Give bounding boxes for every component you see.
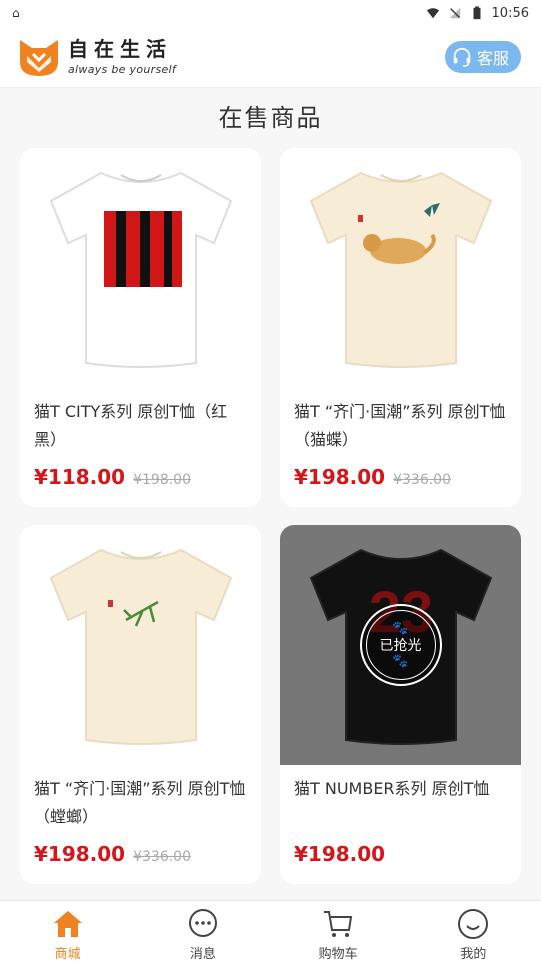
product-price-row: ¥118.00 ¥198.00 <box>34 465 191 489</box>
product-price: ¥198.00 <box>294 465 386 489</box>
wifi-icon <box>426 8 439 19</box>
app-header: 自在生活 always be yourself 客服 <box>0 26 541 88</box>
brand-slogan: always be yourself <box>68 62 177 76</box>
product-price-row: ¥198.00 ¥336.00 <box>34 842 191 866</box>
product-image: 23 🐾 已抢光 🐾 <box>280 525 521 765</box>
paw-icon: 🐾 <box>392 621 409 636</box>
sold-out-label: 已抢光 <box>379 638 422 654</box>
product-original-price: ¥336.00 <box>393 472 451 488</box>
bottom-tab-bar: 商城 消息 购物车 我的 <box>0 900 541 968</box>
product-card[interactable]: 猫T CITY系列 原创T恤（红黑） ¥118.00 ¥198.00 <box>20 148 261 507</box>
product-grid: 猫T CITY系列 原创T恤（红黑） ¥118.00 ¥198.00 猫T “齐… <box>20 148 521 884</box>
product-title: 猫T “齐门·国潮”系列 原创T恤（螳螂） <box>34 779 246 826</box>
paw-icon: 🐾 <box>392 654 409 669</box>
tab-label: 我的 <box>460 946 487 962</box>
tshirt-image <box>309 171 492 368</box>
smile-icon <box>458 908 489 939</box>
tab-label: 购物车 <box>318 946 358 962</box>
sold-out-overlay: 🐾 已抢光 🐾 <box>280 525 521 765</box>
product-image <box>20 148 261 388</box>
notification-icon: ⌂ <box>12 6 20 20</box>
product-price: ¥198.00 <box>294 842 386 866</box>
battery-icon <box>473 6 481 20</box>
service-label: 客服 <box>476 48 509 68</box>
product-image <box>280 148 521 388</box>
tab-mall[interactable]: 商城 <box>0 901 135 968</box>
tab-label: 消息 <box>189 946 216 962</box>
status-bar: ⌂ 10:56 <box>0 0 541 26</box>
product-original-price: ¥198.00 <box>133 472 191 488</box>
product-price-row: ¥198.00 <box>294 842 385 866</box>
customer-service-button[interactable]: 客服 <box>444 40 521 73</box>
cart-icon <box>324 910 353 937</box>
status-icons: 10:56 <box>426 6 529 21</box>
product-price: ¥118.00 <box>34 465 126 489</box>
cat-logo-icon <box>20 39 58 76</box>
section-title: 在售商品 <box>218 104 323 132</box>
home-icon <box>53 910 82 937</box>
brand-name: 自在生活 <box>68 36 172 61</box>
no-signal-icon <box>449 7 460 19</box>
brand: 自在生活 always be yourself <box>18 36 176 78</box>
status-time: 10:56 <box>491 5 529 21</box>
product-price: ¥198.00 <box>34 842 126 866</box>
headset-icon <box>453 47 471 67</box>
product-card-sold-out[interactable]: 23 🐾 已抢光 🐾 猫T NUMBER系列 原创T恤 ¥198.00 <box>280 525 521 884</box>
product-image <box>20 525 261 765</box>
tab-messages[interactable]: 消息 <box>135 901 270 968</box>
tshirt-image <box>49 171 232 368</box>
message-icon <box>188 908 217 937</box>
product-card[interactable]: 猫T “齐门·国潮”系列 原创T恤（猫蝶） ¥198.00 ¥336.00 <box>280 148 521 507</box>
tab-cart[interactable]: 购物车 <box>271 901 406 968</box>
sold-out-badge: 🐾 已抢光 🐾 <box>359 604 442 686</box>
product-title: 猫T NUMBER系列 原创T恤 <box>294 779 490 798</box>
product-card[interactable]: 猫T “齐门·国潮”系列 原创T恤（螳螂） ¥198.00 ¥336.00 <box>20 525 261 884</box>
product-title: 猫T CITY系列 原创T恤（红黑） <box>34 402 228 449</box>
tab-label: 商城 <box>54 946 81 962</box>
product-original-price: ¥336.00 <box>133 849 191 865</box>
product-title: 猫T “齐门·国潮”系列 原创T恤（猫蝶） <box>294 402 506 449</box>
product-price-row: ¥198.00 ¥336.00 <box>294 465 451 489</box>
tshirt-image <box>49 548 232 745</box>
tab-profile[interactable]: 我的 <box>406 901 541 968</box>
